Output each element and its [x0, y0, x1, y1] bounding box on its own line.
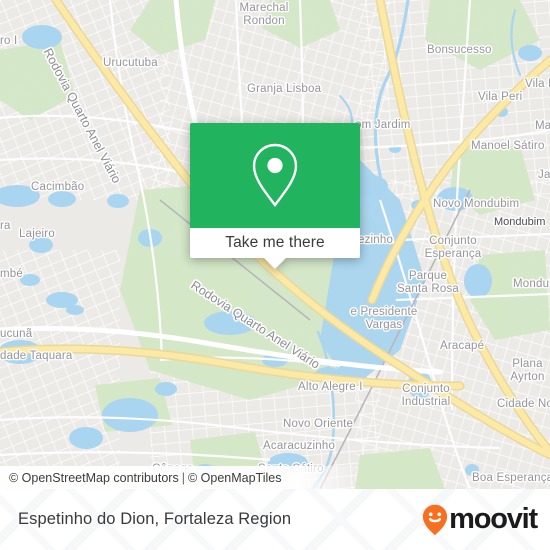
- moovit-logo[interactable]: moovit: [422, 503, 538, 536]
- screenshot-root: Marechal Rondon Urucutuba Granja Lisboa Bons…: [0, 0, 550, 550]
- footer-bar: Espetinho do Dion, Fortaleza Region moov…: [0, 489, 550, 550]
- map-destination-popup[interactable]: Take me there: [190, 123, 360, 269]
- moovit-wordmark: moovit: [449, 503, 538, 535]
- map-attribution: © OpenStreetMap contributors | © OpenMap…: [0, 466, 360, 489]
- attribution-openmaptiles[interactable]: © OpenMapTiles: [188, 471, 282, 485]
- page-title: Espetinho do Dion, Fortaleza Region: [18, 510, 292, 528]
- map-canvas[interactable]: Marechal Rondon Urucutuba Granja Lisboa Bons…: [0, 0, 550, 489]
- map-pin-icon: [252, 143, 298, 207]
- moovit-smiley-pin-icon: [423, 504, 448, 535]
- popup-tail: [264, 258, 286, 269]
- popup-image-area: [190, 123, 360, 228]
- attribution-separator: |: [181, 470, 185, 485]
- take-me-there-button[interactable]: Take me there: [190, 228, 360, 258]
- attribution-osm[interactable]: © OpenStreetMap contributors: [9, 471, 179, 485]
